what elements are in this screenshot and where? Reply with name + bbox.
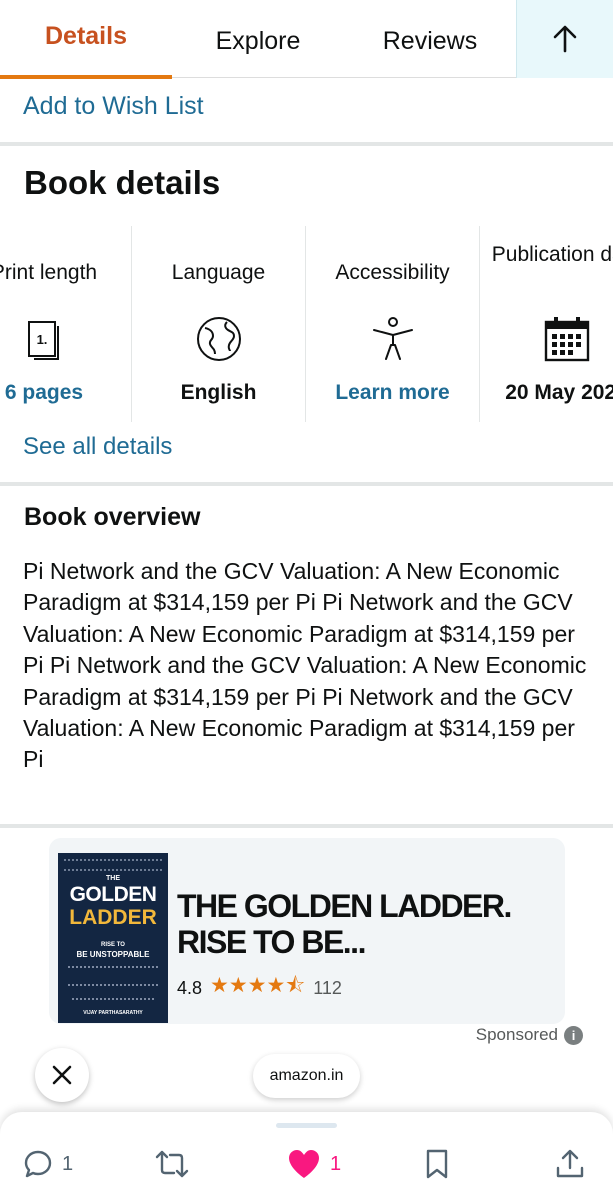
book-details-heading: Book details bbox=[24, 164, 221, 201]
scroll-to-top-button[interactable] bbox=[516, 0, 613, 78]
cover-title-the: THE bbox=[106, 875, 120, 882]
divider bbox=[0, 824, 613, 828]
cover-blurb bbox=[64, 859, 162, 871]
attribute-value: Learn more bbox=[335, 381, 450, 404]
globe-icon bbox=[196, 317, 241, 361]
tab-explore[interactable]: Explore bbox=[172, 0, 344, 78]
bookmark-button[interactable] bbox=[424, 1146, 450, 1182]
see-all-details-link[interactable]: See all details bbox=[23, 433, 172, 461]
attribute-label: Language bbox=[171, 261, 266, 284]
attribute-print-length[interactable]: Print length 1. 6 pages bbox=[0, 226, 131, 422]
attribute-publication-date[interactable]: Publication date 20 May 2025 bbox=[479, 226, 613, 422]
repost-button[interactable] bbox=[154, 1146, 190, 1182]
book-overview-text: Pi Network and the GCV Valuation: A New … bbox=[23, 558, 587, 773]
cover-subtitle-be-unstoppable: BE UNSTOPPABLE bbox=[76, 950, 150, 959]
repost-icon bbox=[155, 1150, 189, 1178]
page-count-text: 1. bbox=[37, 332, 48, 347]
ad-book-cover[interactable]: THE GOLDEN LADDER RISE TO BE UNSTOPPABLE… bbox=[58, 853, 168, 1023]
share-icon bbox=[556, 1149, 584, 1178]
attribute-accessibility[interactable]: Accessibility Learn more bbox=[305, 226, 479, 422]
add-to-wish-list-link[interactable]: Add to Wish List bbox=[23, 92, 204, 121]
attribute-label: Accessibility bbox=[335, 261, 450, 284]
page-count-icon: 1. bbox=[28, 321, 59, 360]
like-count: 1 bbox=[330, 1152, 342, 1175]
book-overview-heading: Book overview bbox=[24, 503, 201, 531]
close-button[interactable] bbox=[35, 1048, 89, 1102]
drag-handle[interactable] bbox=[276, 1123, 337, 1128]
reply-icon bbox=[24, 1150, 52, 1178]
attribute-label: Print length bbox=[0, 261, 98, 284]
star-rating-icon: ★★★★⯪ bbox=[210, 974, 306, 997]
cover-description bbox=[68, 966, 158, 986]
ad-title[interactable]: THE GOLDEN LADDER. RISE TO BE... bbox=[177, 888, 557, 960]
sponsored-text: Sponsored bbox=[475, 1025, 558, 1044]
share-button[interactable] bbox=[554, 1146, 586, 1182]
tab-reviews[interactable]: Reviews bbox=[344, 0, 516, 78]
cover-tagline bbox=[72, 998, 154, 1001]
calendar-icon bbox=[544, 317, 589, 362]
attribute-value: 6 pages bbox=[4, 381, 84, 404]
cover-author: VIJAY PARTHASARATHY bbox=[83, 1010, 143, 1016]
cover-title-golden: GOLDEN bbox=[69, 883, 157, 906]
attribute-value: 20 May 2025 bbox=[505, 381, 613, 404]
tab-details[interactable]: Details bbox=[0, 0, 172, 79]
cover-title-ladder: LADDER bbox=[69, 906, 157, 929]
ad-rating: 4.8 ★★★★⯪ 112 bbox=[177, 971, 342, 1006]
reply-button[interactable]: 1 bbox=[22, 1146, 73, 1182]
bookmark-icon bbox=[426, 1149, 448, 1179]
book-attributes-carousel[interactable]: Print length 1. 6 pages Language English… bbox=[0, 226, 613, 422]
sponsored-label[interactable]: Sponsored i bbox=[476, 1025, 583, 1045]
attribute-value: English bbox=[180, 381, 257, 404]
tab-bar: Details Explore Reviews bbox=[0, 0, 613, 79]
heart-icon bbox=[289, 1150, 319, 1178]
info-icon: i bbox=[564, 1025, 583, 1045]
rating-value: 4.8 bbox=[177, 978, 203, 998]
close-icon bbox=[52, 1065, 72, 1085]
divider bbox=[0, 142, 613, 146]
arrow-up-icon bbox=[553, 25, 577, 53]
attribute-language[interactable]: Language English bbox=[131, 226, 305, 422]
accessibility-icon bbox=[372, 317, 413, 360]
source-domain-pill[interactable]: amazon.in bbox=[253, 1054, 360, 1098]
reply-count: 1 bbox=[62, 1152, 74, 1175]
cover-subtitle-rise-to: RISE TO bbox=[101, 942, 125, 948]
attribute-label: Publication date bbox=[491, 243, 613, 266]
review-count: 112 bbox=[313, 978, 342, 998]
divider bbox=[0, 482, 613, 486]
like-button[interactable]: 1 bbox=[286, 1146, 341, 1182]
